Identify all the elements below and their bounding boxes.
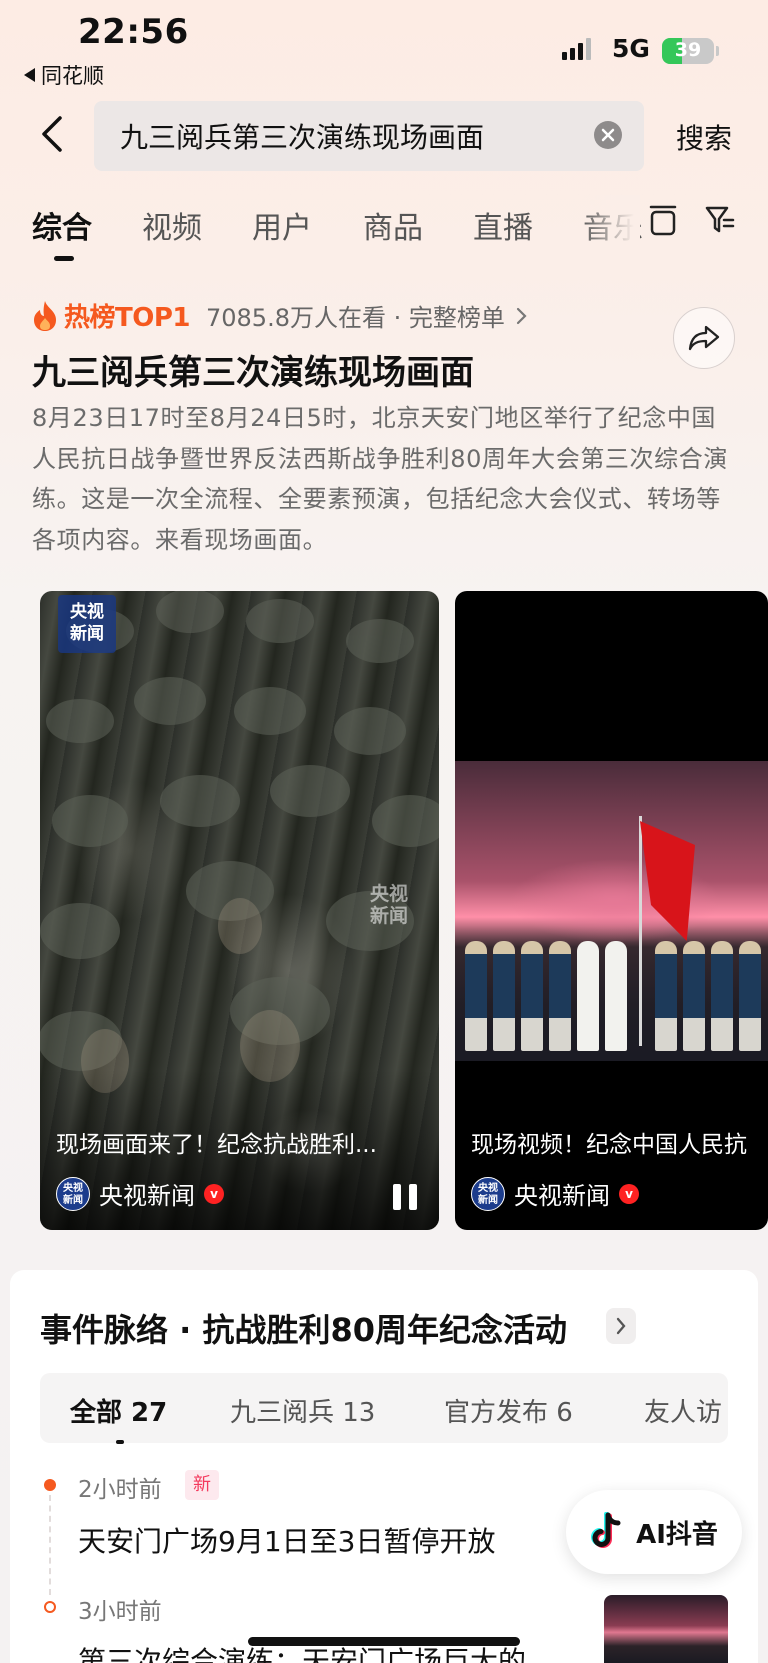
battery-tip	[716, 46, 719, 56]
filter-chip-official[interactable]: 官方发布 6	[444, 1392, 573, 1429]
video-title: 现场视频！纪念中国人民抗	[471, 1132, 747, 1158]
video-author[interactable]: 央视 新闻 央视新闻 v	[471, 1176, 639, 1211]
share-button[interactable]	[673, 307, 735, 369]
active-tab-indicator	[54, 256, 74, 261]
cctv-news-logo: 央视 新闻	[58, 595, 116, 653]
red-flag	[640, 821, 695, 941]
filter-icon	[705, 206, 735, 233]
cellular-signal-icon	[562, 38, 591, 60]
flag-pole	[639, 816, 642, 1046]
pause-button[interactable]	[393, 1184, 417, 1210]
filter-chip-all[interactable]: 全部 27	[70, 1392, 167, 1429]
panel-toggle-button[interactable]	[649, 204, 677, 242]
author-name: 央视新闻	[99, 1182, 195, 1210]
active-filter-indicator	[116, 1440, 124, 1444]
ai-douyin-button[interactable]: AI抖音	[566, 1490, 742, 1574]
timeline-line	[49, 1495, 51, 1595]
chevron-right-icon	[616, 1317, 626, 1335]
tab-video[interactable]: 视频	[142, 203, 202, 247]
search-input[interactable]: 九三阅兵第三次演练现场画面	[120, 116, 484, 156]
status-time: 22:56	[78, 12, 189, 52]
parade-video-frame	[455, 761, 768, 1061]
verified-icon: v	[204, 1183, 224, 1204]
timeline-time: 3小时前	[78, 1599, 162, 1625]
tab-fade-overlay	[580, 195, 640, 245]
battery-icon: 39	[662, 38, 714, 64]
tab-products[interactable]: 商品	[363, 203, 423, 247]
hot-description: 8月23日17时至8月24日5时，北京天安门地区举行了纪念中国人民抗日战争暨世界…	[32, 404, 728, 554]
ai-douyin-label: AI抖音	[636, 1519, 718, 1550]
hot-views-text[interactable]: 7085.8万人在看 · 完整榜单	[206, 298, 505, 333]
verified-icon: v	[619, 1183, 639, 1204]
new-badge: 新	[185, 1470, 219, 1500]
filter-chip-friends[interactable]: 友人访	[644, 1392, 726, 1429]
chevron-left-icon	[42, 116, 62, 152]
search-submit-button[interactable]: 搜索	[676, 117, 732, 157]
video-card[interactable]: 央视 新闻 央视 新闻 现场画面来了！纪念抗战胜利... 央视 新闻 央视新闻 v	[40, 591, 439, 1230]
timeline-item-text[interactable]: 天安门广场9月1日至3日暂停开放	[78, 1520, 495, 1560]
hot-title[interactable]: 九三阅兵第三次演练现场画面	[32, 345, 474, 394]
close-icon	[601, 128, 615, 142]
back-triangle-icon	[24, 68, 35, 82]
battery-percent: 39	[674, 39, 702, 61]
timeline-dot	[44, 1601, 56, 1613]
chevron-right-icon	[516, 307, 527, 324]
video-title: 现场画面来了！纪念抗战胜利...	[56, 1132, 377, 1158]
douyin-logo-icon	[591, 1512, 621, 1548]
filter-button[interactable]	[704, 204, 736, 240]
tab-live[interactable]: 直播	[473, 203, 533, 247]
timeline-dot	[44, 1479, 56, 1491]
share-icon	[688, 325, 720, 351]
hot-list-row[interactable]: 热榜TOP1 7085.8万人在看 · 完整榜单	[32, 297, 529, 334]
network-type: 5G	[612, 34, 650, 63]
timeline-title[interactable]: 事件脉络 · 抗战胜利80周年纪念活动	[40, 1305, 567, 1351]
video-author[interactable]: 央视 新闻 央视新闻 v	[56, 1176, 224, 1211]
cctv-watermark: 央视 新闻	[370, 883, 409, 927]
tab-users[interactable]: 用户	[252, 203, 312, 247]
home-indicator[interactable]	[248, 1637, 520, 1646]
video-card[interactable]: 现场视频！纪念中国人民抗 央视 新闻 央视新闻 v	[455, 591, 768, 1230]
timeline-thumbnail[interactable]	[604, 1595, 728, 1663]
back-app-label: 同花顺	[41, 64, 104, 88]
hot-rank-label: 热榜TOP1	[64, 303, 191, 333]
author-avatar: 央视 新闻	[56, 1176, 90, 1211]
clear-search-button[interactable]	[594, 121, 622, 149]
panel-icon	[649, 205, 677, 236]
flame-icon	[34, 300, 56, 331]
back-button[interactable]	[38, 112, 70, 156]
author-name: 央视新闻	[514, 1182, 610, 1210]
filter-chip-parade[interactable]: 九三阅兵 13	[230, 1392, 375, 1429]
back-to-app-link[interactable]: 同花顺	[24, 60, 104, 90]
author-avatar: 央视 新闻	[471, 1176, 505, 1211]
timeline-more-button[interactable]	[606, 1308, 636, 1344]
timeline-time: 2小时前	[78, 1477, 162, 1503]
tab-comprehensive[interactable]: 综合	[32, 203, 92, 247]
